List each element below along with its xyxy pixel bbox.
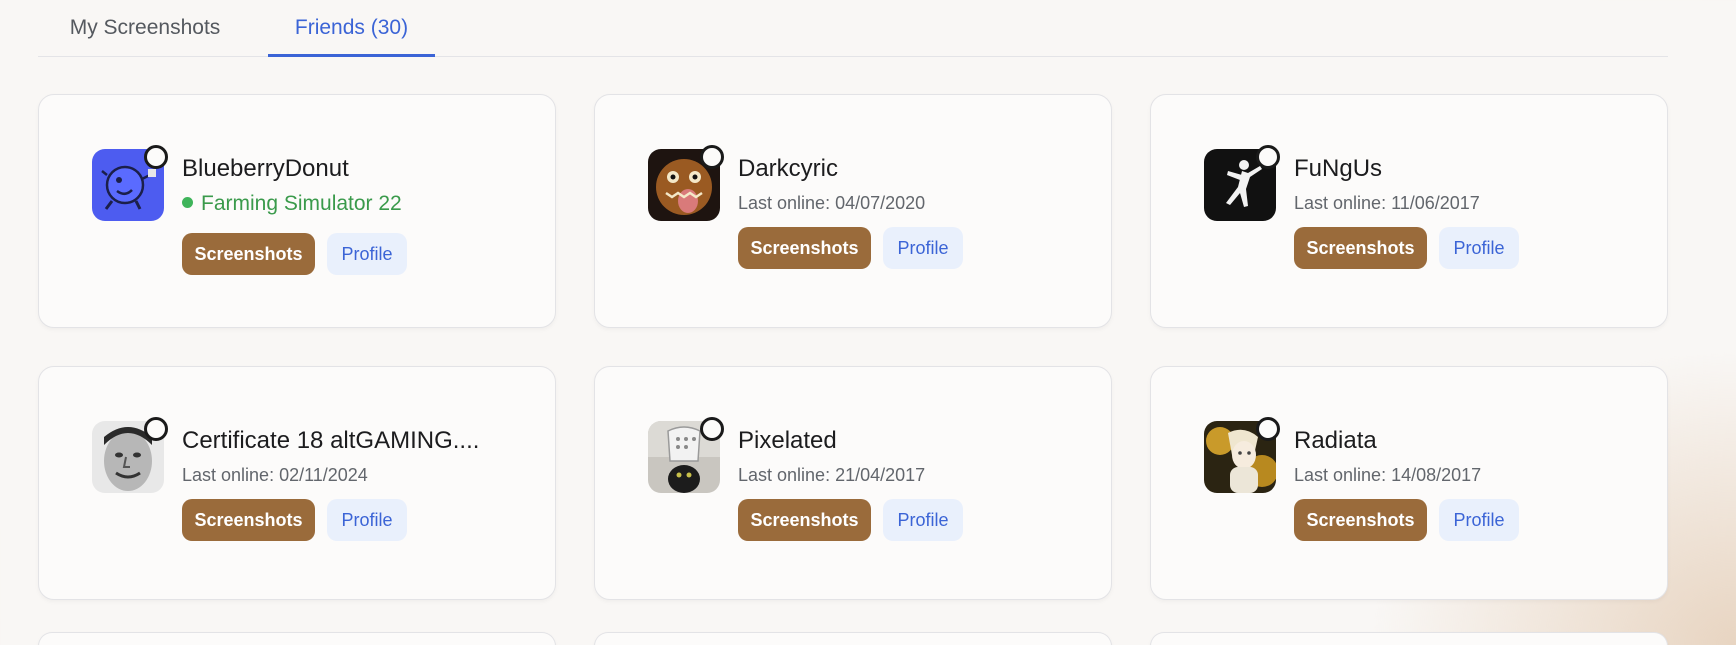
friend-name[interactable]: FuNgUs	[1294, 155, 1634, 183]
now-playing: Farming Simulator 22	[182, 192, 402, 216]
screenshots-button[interactable]: Screenshots	[738, 499, 871, 541]
profile-button[interactable]: Profile	[1439, 499, 1519, 541]
screenshots-button[interactable]: Screenshots	[1294, 227, 1427, 269]
avatar[interactable]	[92, 145, 168, 221]
status-indicator	[144, 145, 168, 169]
profile-button[interactable]: Profile	[1439, 227, 1519, 269]
screenshots-button[interactable]: Screenshots	[182, 499, 315, 541]
friend-card: Darkcyric Last online: 04/07/2020 Screen…	[594, 94, 1112, 328]
friend-card-partial	[594, 632, 1112, 645]
last-online: Last online: 14/08/2017	[1294, 465, 1482, 485]
friend-name[interactable]: Certificate 18 altGAMING....	[182, 427, 522, 455]
friend-name[interactable]: Darkcyric	[738, 155, 1078, 183]
last-online: Last online: 21/04/2017	[738, 465, 926, 485]
avatar[interactable]	[648, 145, 724, 221]
last-online: Last online: 02/11/2024	[182, 465, 368, 485]
tab-bar: My Screenshots Friends (30)	[38, 0, 1668, 57]
last-online: Last online: 04/07/2020	[738, 193, 926, 213]
friend-name[interactable]: Pixelated	[738, 427, 1078, 455]
profile-button[interactable]: Profile	[327, 233, 407, 275]
friend-card: Radiata Last online: 14/08/2017 Screensh…	[1150, 366, 1668, 600]
screenshots-button[interactable]: Screenshots	[738, 227, 871, 269]
status-indicator	[144, 417, 168, 441]
friend-card-partial	[38, 632, 556, 645]
tab-my-screenshots[interactable]: My Screenshots	[60, 0, 230, 57]
friend-card: BlueberryDonut Farming Simulator 22 Scre…	[38, 94, 556, 328]
tab-friends-label: Friends (30)	[294, 16, 409, 39]
status-indicator	[700, 145, 724, 169]
friend-card: FuNgUs Last online: 11/06/2017 Screensho…	[1150, 94, 1668, 328]
tab-friends[interactable]: Friends (30)	[268, 0, 435, 57]
avatar[interactable]	[92, 417, 168, 493]
avatar[interactable]	[648, 417, 724, 493]
status-indicator	[1256, 145, 1280, 169]
friend-name[interactable]: Radiata	[1294, 427, 1634, 455]
avatar[interactable]	[1204, 145, 1280, 221]
last-online: Last online: 11/06/2017	[1294, 193, 1480, 213]
screenshots-button[interactable]: Screenshots	[1294, 499, 1427, 541]
avatar[interactable]	[1204, 417, 1280, 493]
status-indicator	[1256, 417, 1280, 441]
friend-card: Certificate 18 altGAMING.... Last online…	[38, 366, 556, 600]
friend-card: Pixelated Last online: 21/04/2017 Screen…	[594, 366, 1112, 600]
friend-name[interactable]: BlueberryDonut	[182, 155, 522, 183]
screenshots-button[interactable]: Screenshots	[182, 233, 315, 275]
profile-button[interactable]: Profile	[327, 499, 407, 541]
friend-card-partial	[1150, 632, 1668, 645]
status-indicator	[700, 417, 724, 441]
online-dot-icon	[182, 197, 193, 208]
profile-button[interactable]: Profile	[883, 499, 963, 541]
game-name: Farming Simulator 22	[201, 192, 402, 215]
profile-button[interactable]: Profile	[883, 227, 963, 269]
